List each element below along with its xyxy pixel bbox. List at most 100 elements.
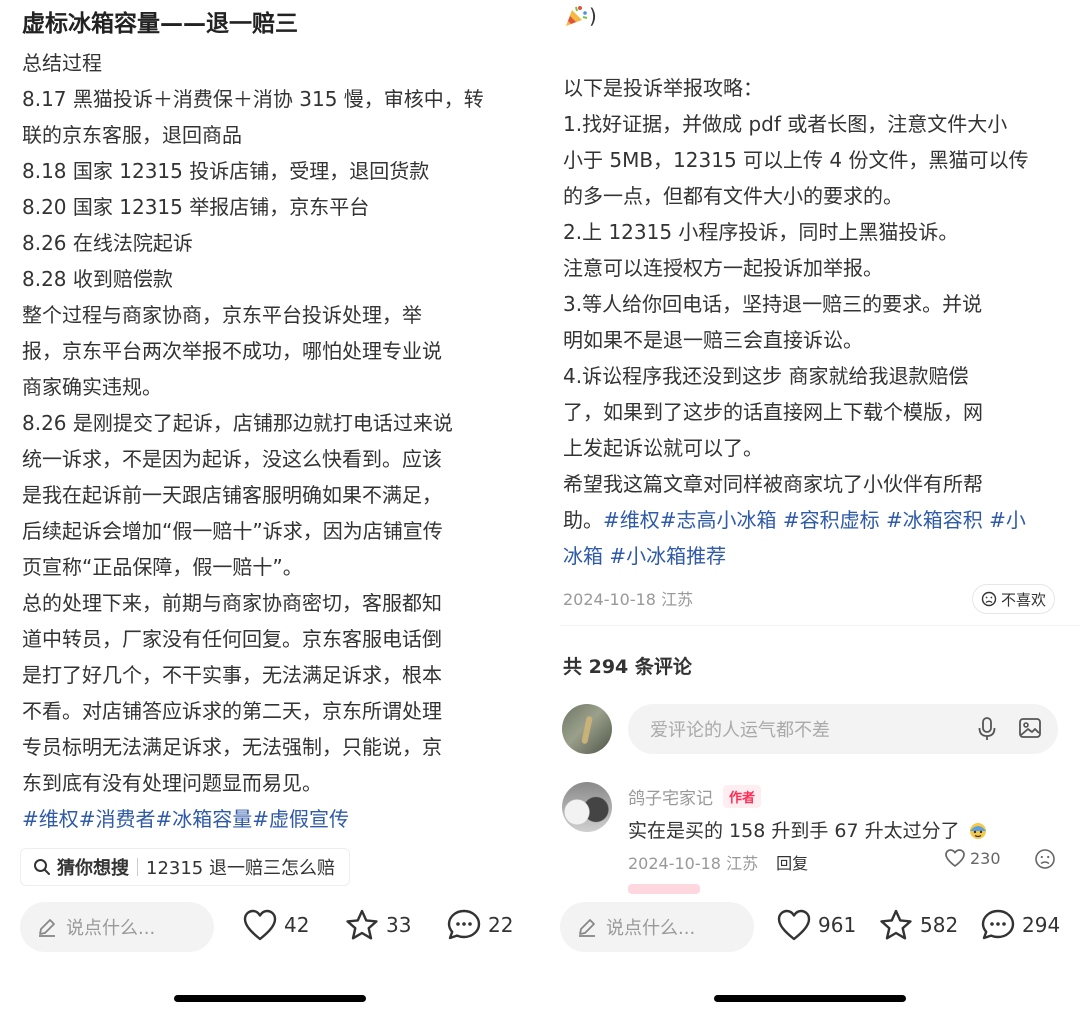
bottom-action-bar: 说点什么... 42 33 22 (0, 902, 540, 954)
body-line: 总的处理下来，前期与商家协商密切，客服都知 (22, 591, 442, 615)
collect-button[interactable]: 582 (878, 908, 958, 942)
body-line: 以下是投诉举报攻略： (563, 76, 763, 100)
commenter-avatar[interactable] (562, 782, 612, 832)
divider (137, 858, 138, 876)
body-line: 整个过程与商家协商，京东平台投诉处理，举 (22, 303, 422, 327)
sweat-emoji-icon (969, 823, 986, 839)
dislike-button[interactable]: 不喜欢 (972, 584, 1056, 614)
hashtag-link[interactable]: #志高小冰箱 (660, 508, 777, 532)
chat-bubble-icon (981, 909, 1015, 940)
hashtag-link[interactable]: #维权 (603, 508, 660, 532)
body-line: 统一诉求，不是因为起诉，没这么快看到。应该 (22, 447, 442, 471)
comment-entry-placeholder: 说点什么... (606, 918, 696, 939)
like-count: 961 (818, 913, 857, 937)
author-name: 鸽子宅家记 (628, 789, 713, 809)
body-line: 是打了好几个，不干实事，无法满足诉求，根本 (22, 663, 442, 687)
body-text: 助。 (563, 508, 603, 532)
microphone-icon[interactable] (976, 716, 998, 742)
hashtag-link[interactable]: #消费者 (79, 807, 156, 831)
body-line: 的多一点，但都有文件大小的要求的。 (563, 184, 903, 208)
body-line: 8.26 在线法院起诉 (22, 231, 193, 255)
author-badge: 作者 (723, 785, 762, 808)
star-icon (346, 909, 378, 940)
star-icon (880, 909, 912, 940)
pencil-icon (579, 919, 595, 937)
heart-icon (243, 909, 277, 941)
image-icon[interactable] (1018, 716, 1042, 740)
body-line: 4.诉讼程序我还没到这步 商家就给我退款赔偿 (563, 364, 969, 388)
hashtag-link[interactable]: #维权 (22, 807, 79, 831)
body-line: 8.18 国家 12315 投诉店铺，受理，退回货款 (22, 159, 430, 183)
frown-icon (981, 591, 997, 607)
chat-bubble-icon (447, 909, 481, 940)
body-line: 页宣称“正品保障，假一赔十”。 (22, 555, 303, 579)
like-button[interactable]: 42 (242, 908, 309, 942)
comment-entry-button[interactable]: 说点什么... (20, 902, 214, 952)
comment-author[interactable]: 鸽子宅家记 作者 (628, 784, 762, 809)
body-line: 小于 5MB，12315 可以上传 4 份文件，黑猫可以传 (563, 148, 1029, 172)
top-fragment: ) (563, 0, 597, 34)
hashtag-link[interactable]: 冰箱 (563, 544, 603, 568)
hashtag-link[interactable]: #冰箱容积 (886, 508, 983, 532)
collect-button[interactable]: 33 (344, 908, 411, 942)
comment-like-count: 230 (970, 848, 1001, 868)
comment-like-button[interactable]: 230 (944, 848, 1001, 868)
note-title: 虚标冰箱容量——退一赔三 (22, 11, 298, 37)
guess-search-chip[interactable]: 猜你想搜 12315 退一赔三怎么赔 (20, 848, 350, 886)
body-line: 明如果不是退一赔三会直接诉讼。 (563, 328, 863, 352)
body-line: 后续起诉会增加“假一赔十”诉求，因为店铺宣传 (22, 519, 443, 543)
comment-button[interactable]: 22 (446, 908, 513, 942)
reply-button[interactable]: 回复 (776, 854, 808, 873)
hashtag-link[interactable]: #虚假宣传 (252, 807, 349, 831)
body-line: 道中转员，厂家没有任何回复。京东客服电话倒 (22, 627, 442, 651)
guess-label: 猜你想搜 (57, 858, 129, 879)
comment-button[interactable]: 294 (980, 908, 1060, 942)
comment-input[interactable]: 爱评论的人运气都不差 (628, 704, 1058, 754)
body-line: 商家确实违规。 (22, 375, 162, 399)
body-line: 联的京东客服，退回商品 (22, 123, 242, 147)
body-line: 是我在起诉前一天跟店铺客服明确如果不满足， (22, 483, 442, 507)
home-indicator (174, 995, 366, 1002)
bottom-action-bar: 说点什么... 961 582 294 (560, 902, 1080, 954)
heart-icon (945, 849, 965, 867)
like-count: 42 (284, 913, 310, 937)
body-line: 上发起诉讼就可以了。 (563, 436, 763, 460)
body-line: 2.上 12315 小程序投诉，同时上黑猫投诉。 (563, 220, 959, 244)
hashtag-link[interactable]: #冰箱容量 (156, 807, 253, 831)
body-line: 8.17 黑猫投诉＋消费保＋消协 315 慢，审核中，转 (22, 87, 484, 111)
search-icon (34, 859, 50, 875)
body-line: 8.28 收到赔偿款 (22, 267, 173, 291)
next-comment-peek (628, 884, 700, 894)
left-note-panel: 虚标冰箱容量——退一赔三 总结过程 8.17 黑猫投诉＋消费保＋消协 315 慢… (0, 0, 540, 1014)
frown-icon[interactable] (1034, 848, 1056, 870)
fragment-text: ) (589, 4, 597, 28)
hashtag-link[interactable]: #小 (989, 508, 1026, 532)
comment-text: 实在是买的 158 升到手 67 升太过分了 (628, 816, 990, 843)
comment-input-placeholder: 爱评论的人运气都不差 (650, 720, 830, 741)
body-line: 8.20 国家 12315 举报店铺，京东平台 (22, 195, 370, 219)
pencil-icon (39, 919, 55, 937)
hashtag-link[interactable]: #小冰箱推荐 (609, 544, 726, 568)
heart-icon (777, 909, 811, 941)
body-line: 总结过程 (22, 51, 102, 75)
right-note-panel: ) 以下是投诉举报攻略： 1.找好证据，并做成 pdf 或者长图，注意文件大小 … (560, 0, 1080, 1014)
comment-date: 2024-10-18 江苏 (628, 854, 759, 873)
comment-count: 294 (1022, 913, 1061, 937)
hashtag-row: 助。#维权#志高小冰箱 #容积虚标 #冰箱容积 #小 (563, 502, 1026, 538)
dislike-label: 不喜欢 (1001, 590, 1047, 609)
hashtag-link[interactable]: #容积虚标 (783, 508, 880, 532)
panel-gap (540, 0, 560, 1014)
comment-entry-button[interactable]: 说点什么... (560, 902, 754, 952)
comment-count: 22 (488, 913, 514, 937)
hashtag-row: 冰箱 #小冰箱推荐 (563, 538, 726, 574)
comment-total: 共 294 条评论 (563, 656, 692, 678)
party-popper-icon (566, 6, 588, 26)
body-line: 1.找好证据，并做成 pdf 或者长图，注意文件大小 (563, 112, 1008, 136)
body-line: 不看。对店铺答应诉求的第二天，京东所谓处理 (22, 699, 442, 723)
avatar (562, 704, 612, 754)
body-line: 东到底有没有处理问题显而易见。 (22, 771, 322, 795)
comment-body: 实在是买的 158 升到手 67 升太过分了 (628, 820, 960, 842)
collect-count: 582 (920, 913, 959, 937)
hashtag-row: #维权#消费者#冰箱容量#虚假宣传 (22, 801, 349, 837)
like-button[interactable]: 961 (776, 908, 856, 942)
